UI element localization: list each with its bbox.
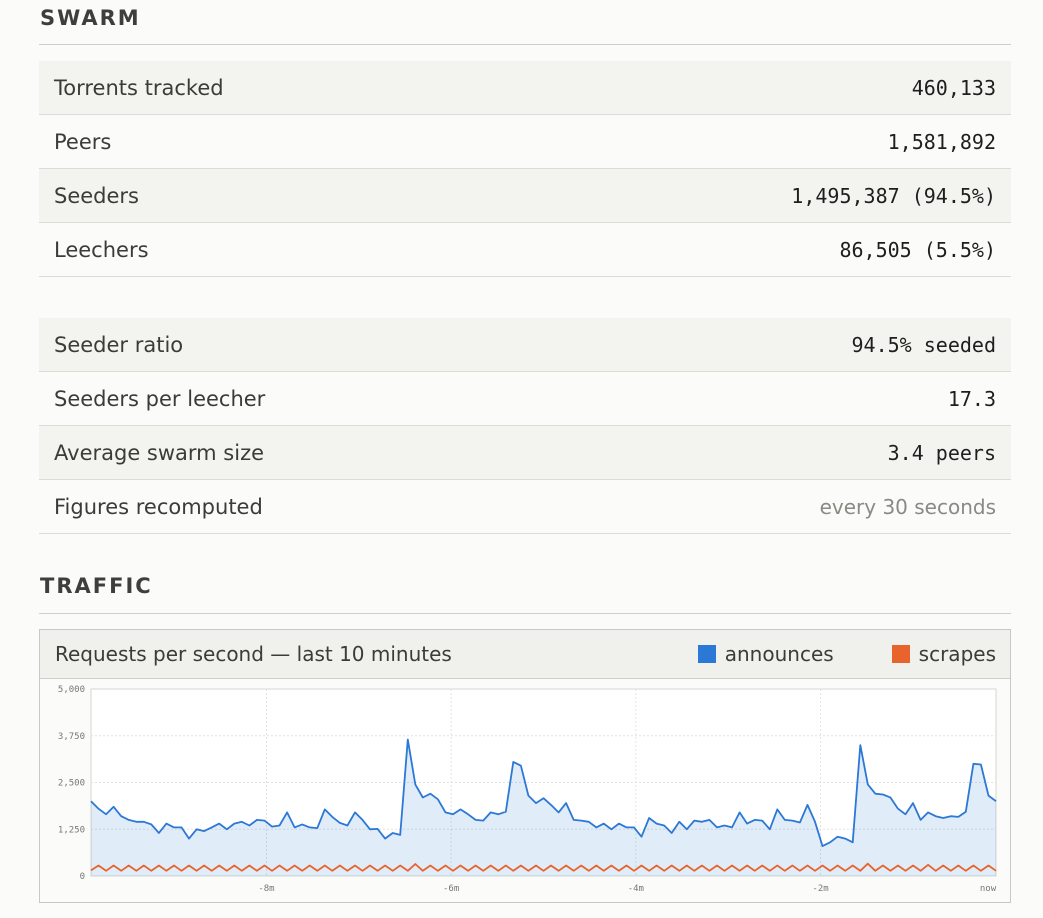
traffic-chart: 5,000 3,750 2,500 1,250 0 -8m -6m -4m -2m now: [58, 685, 997, 894]
chart-legend: announces scrapes: [640, 630, 996, 678]
stat-value: 17.3: [947, 386, 996, 411]
stat-label: Seeders per leecher: [54, 386, 266, 411]
stat-value: 460,133: [911, 75, 996, 100]
stat-label: Figures recomputed: [54, 494, 263, 519]
stat-row-leechers: Leechers 86,505 (5.5%): [39, 223, 1011, 277]
legend-label: announces: [724, 642, 834, 666]
legend-item-scrapes: scrapes: [891, 642, 996, 666]
stat-value: 3.4 peers: [887, 440, 996, 465]
traffic-heading-rule: [39, 613, 1011, 614]
stat-label: Seeders: [54, 183, 139, 208]
x-tick-label: -2m: [812, 884, 828, 894]
swarm-derived-table: Seeder ratio 94.5% seeded Seeders per le…: [39, 318, 1011, 534]
y-tick-label: 3,750: [58, 732, 85, 742]
stat-label: Seeder ratio: [54, 332, 184, 357]
stat-label: Average swarm size: [54, 440, 265, 465]
stat-label: Torrents tracked: [54, 75, 224, 100]
stat-value: 1,495,387 (94.5%): [791, 183, 996, 208]
stat-row-average-swarm-size: Average swarm size 3.4 peers: [39, 426, 1011, 480]
chart-title: Requests per second — last 10 minutes: [55, 642, 452, 666]
y-tick-label: 5,000: [58, 685, 85, 695]
swarm-stats-table: Torrents tracked 460,133 Peers 1,581,892…: [39, 61, 1011, 277]
y-tick-label: 2,500: [58, 779, 85, 789]
stat-row-seeder-ratio: Seeder ratio 94.5% seeded: [39, 318, 1011, 372]
swarm-heading-rule: [39, 44, 1011, 45]
y-tick-label: 0: [80, 872, 85, 882]
legend-item-announces: announces: [697, 642, 834, 666]
stat-row-torrents-tracked: Torrents tracked 460,133: [39, 61, 1011, 115]
stat-row-figures-recomputed: Figures recomputed every 30 seconds: [39, 480, 1011, 534]
legend-swatch-scrapes: [891, 645, 910, 663]
swarm-heading: SWARM: [40, 6, 141, 30]
stat-value: 1,581,892: [887, 129, 996, 154]
stat-value: 86,505 (5.5%): [839, 237, 996, 262]
legend-swatch-announces: [697, 645, 716, 663]
x-tick-label: now: [980, 884, 997, 894]
x-tick-label: -4m: [628, 884, 644, 894]
x-tick-label: -6m: [443, 884, 459, 894]
stat-row-seeders: Seeders 1,495,387 (94.5%): [39, 169, 1011, 223]
y-tick-label: 1,250: [58, 825, 85, 835]
traffic-heading: TRAFFIC: [40, 574, 153, 598]
stat-label: Peers: [54, 129, 112, 154]
stat-row-seeders-per-leecher: Seeders per leecher 17.3: [39, 372, 1011, 426]
legend-label: scrapes: [918, 642, 996, 666]
stat-row-peers: Peers 1,581,892: [39, 115, 1011, 169]
stat-value: 94.5% seeded: [851, 332, 997, 357]
traffic-chart-panel: Requests per second — last 10 minutes an…: [39, 629, 1011, 903]
chart-header: Requests per second — last 10 minutes an…: [40, 630, 1010, 679]
stat-value: every 30 seconds: [819, 494, 996, 519]
x-tick-label: -8m: [258, 884, 274, 894]
stat-label: Leechers: [54, 237, 149, 262]
